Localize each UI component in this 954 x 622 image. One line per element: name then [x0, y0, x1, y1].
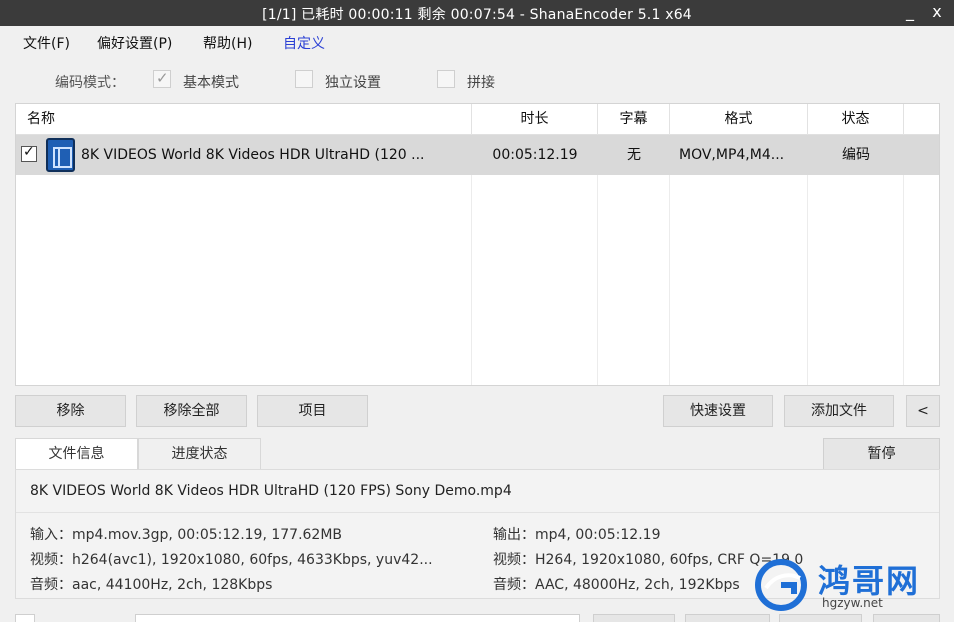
table-row[interactable]: 8K VIDEOS World 8K Videos HDR UltraHD (1…	[16, 135, 939, 175]
minimize-button[interactable]: _	[898, 2, 922, 24]
menu-bar: 文件(F) 偏好设置(P) 帮助(H) 自定义	[0, 26, 954, 58]
info-output: 输出：mp4, 00:05:12.19	[493, 527, 661, 543]
tab-file-info[interactable]: 文件信息	[15, 438, 138, 470]
column-header-duration[interactable]: 时长	[472, 104, 598, 135]
column-header-subtitle[interactable]: 字幕	[598, 104, 670, 135]
tab-progress[interactable]: 进度状态	[138, 438, 261, 470]
row-name: 8K VIDEOS World 8K Videos HDR UltraHD (1…	[81, 147, 425, 163]
info-input-video: 视频：h264(avc1), 1920x1080, 60fps, 4633Kbp…	[30, 552, 433, 568]
info-output-audio: 音频：AAC, 48000Hz, 2ch, 192Kbps	[493, 577, 740, 593]
menu-custom[interactable]: 自定义	[283, 33, 325, 53]
pause-button[interactable]: 暂停	[823, 438, 940, 470]
browse-button[interactable]	[593, 614, 675, 622]
divider	[16, 512, 939, 513]
remove-button[interactable]: 移除	[15, 395, 126, 427]
output-folder-checkbox[interactable]	[15, 614, 35, 622]
encoding-mode-label: 编码模式：	[55, 75, 125, 91]
row-status: 编码	[842, 147, 870, 163]
menu-preferences[interactable]: 偏好设置(P)	[97, 33, 172, 53]
row-duration: 00:05:12.19	[492, 147, 578, 163]
basic-mode-checkbox[interactable]	[153, 69, 171, 88]
watermark-logo-icon	[755, 559, 807, 611]
basic-mode-label[interactable]: 基本模式	[183, 72, 239, 92]
column-header-status[interactable]: 状态	[808, 104, 904, 135]
row-subtitle: 无	[627, 147, 641, 163]
independent-settings-checkbox[interactable]	[295, 70, 313, 88]
info-input: 输入：mp4.mov.3gp, 00:05:12.19, 177.62MB	[30, 527, 343, 543]
concat-label[interactable]: 拼接	[467, 72, 495, 92]
info-filename: 8K VIDEOS World 8K Videos HDR UltraHD (1…	[30, 483, 512, 499]
quick-settings-button[interactable]: 快速设置	[663, 395, 773, 427]
output-folder-input[interactable]	[135, 614, 580, 622]
concat-checkbox[interactable]	[437, 70, 455, 88]
table-header: 名称 时长 字幕 格式 状态	[16, 104, 939, 135]
info-input-audio: 音频：aac, 44100Hz, 2ch, 128Kbps	[30, 577, 273, 593]
collapse-panel-button[interactable]: <	[906, 395, 940, 427]
menu-help[interactable]: 帮助(H)	[203, 33, 252, 53]
menu-file[interactable]: 文件(F)	[23, 33, 70, 53]
window-title: [1/1] 已耗时 00:00:11 剩余 00:07:54 - ShanaEn…	[262, 7, 692, 23]
remove-all-button[interactable]: 移除全部	[136, 395, 247, 427]
video-file-icon	[46, 138, 75, 172]
file-list-table[interactable]: 名称 时长 字幕 格式 状态 8K VIDEOS World 8K Videos…	[15, 103, 940, 386]
item-button[interactable]: 项目	[257, 395, 368, 427]
watermark-url: hgzyw.net	[822, 596, 883, 610]
column-header-format[interactable]: 格式	[670, 104, 808, 135]
row-format: MOV,MP4,M4...	[679, 147, 785, 163]
add-file-button[interactable]: 添加文件	[784, 395, 894, 427]
watermark: 鸿哥网 hgzyw.net	[752, 556, 952, 616]
column-header-name[interactable]: 名称	[16, 104, 472, 135]
title-bar: [1/1] 已耗时 00:00:11 剩余 00:07:54 - ShanaEn…	[0, 0, 954, 26]
close-button[interactable]: x	[925, 2, 949, 24]
independent-settings-label[interactable]: 独立设置	[325, 72, 381, 92]
row-checkbox[interactable]	[21, 144, 37, 162]
